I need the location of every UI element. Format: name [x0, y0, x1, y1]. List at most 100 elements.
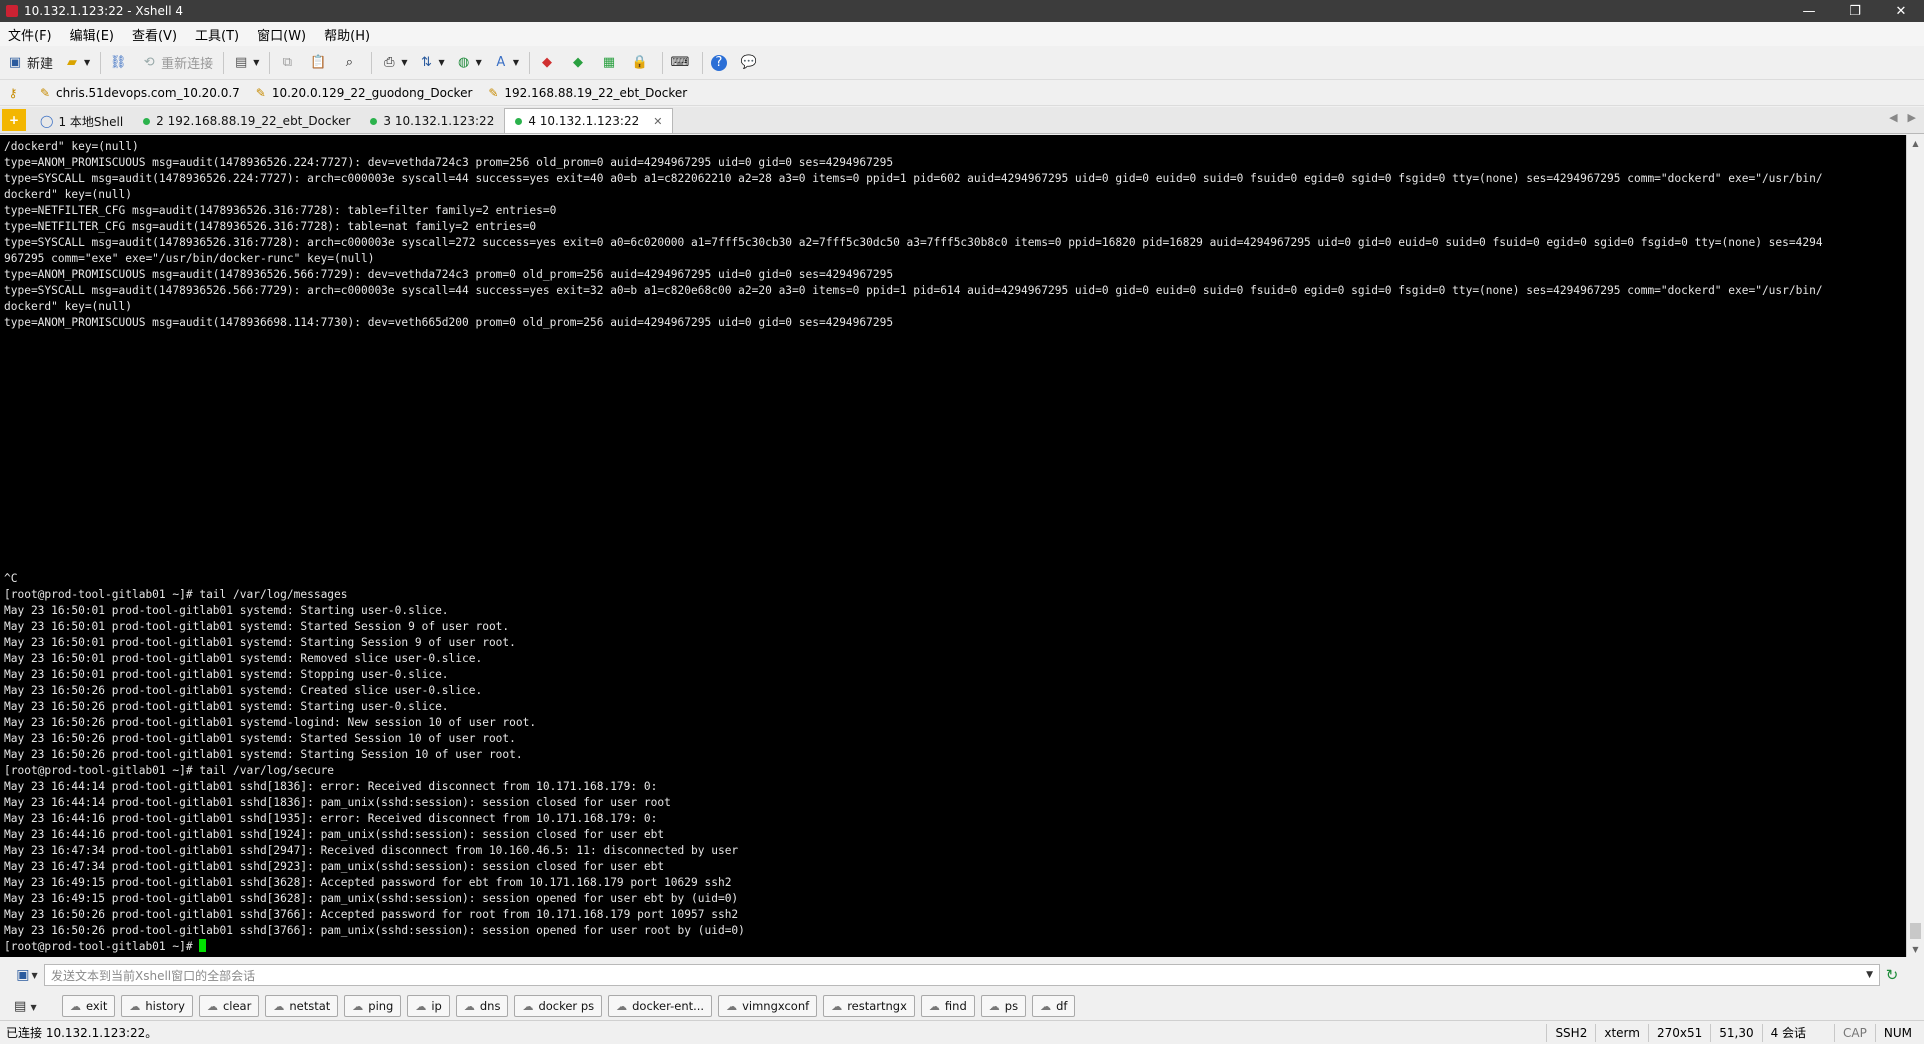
status-terminal-size: 270x51 — [1647, 1023, 1710, 1042]
status-protocol: SSH2 — [1546, 1023, 1595, 1042]
quick-command-label: restartngx — [847, 999, 907, 1013]
link-label: chris.51devops.com_10.20.0.7 — [56, 85, 240, 100]
globe-button[interactable]: ◍ ▼ — [455, 54, 482, 72]
quick-command-label: docker-ent... — [632, 999, 705, 1013]
chevron-down-icon: ▼ — [84, 58, 91, 67]
scrollbar-thumb[interactable] — [1910, 923, 1921, 939]
add-tab-button[interactable]: + — [2, 109, 26, 131]
quick-command-button[interactable]: ☁ clear — [198, 995, 260, 1017]
paste-icon: 📋 — [310, 55, 327, 70]
chevron-down-icon[interactable]: ▼ — [1866, 970, 1873, 980]
tab-prev-icon[interactable]: ◀ — [1889, 111, 1897, 124]
quick-command-label: history — [145, 999, 185, 1013]
compose-input[interactable]: 发送文本到当前Xshell窗口的全部会话 ▼ — [44, 964, 1880, 986]
menu-view[interactable]: 查看(V) — [132, 25, 177, 44]
keyboard-button[interactable]: ⌨ — [671, 54, 692, 72]
tab-local-shell[interactable]: ◯ 1 本地Shell — [30, 109, 133, 133]
quick-command-button[interactable]: ☁ history — [121, 995, 193, 1017]
connect-button[interactable]: ⛓ — [109, 54, 130, 72]
lock-icon: 🔒 — [631, 55, 649, 70]
terminal[interactable]: /dockerd" key=(null) type=ANOM_PROMISCUO… — [0, 135, 1906, 957]
quick-command-button[interactable]: ☁ ping — [344, 995, 402, 1017]
cloud-icon: ☁ — [273, 999, 285, 1013]
folder-icon: ▰ — [67, 55, 78, 70]
tab-navigation: ◀ ▶ — [1889, 111, 1916, 124]
xftp2-button[interactable]: ◆ — [569, 54, 590, 72]
chat-bubble-icon: 💬 — [740, 55, 758, 70]
menu-tools[interactable]: 工具(T) — [195, 25, 239, 44]
quick-command-button[interactable]: ☁ vimngxconf — [718, 995, 818, 1017]
status-cursor-position: 51,30 — [1710, 1023, 1761, 1042]
menu-file[interactable]: 文件(F) — [8, 25, 52, 44]
close-window-icon[interactable]: ✕ — [1878, 0, 1924, 22]
quick-command-menu[interactable]: ▤ ▼ — [14, 999, 46, 1014]
quick-command-label: exit — [86, 999, 108, 1013]
new-session-label: 新建 — [27, 57, 54, 72]
session-tabs: + ◯ 1 本地Shell 2 192.168.88.19_22_ebt_Doc… — [0, 107, 1924, 134]
quick-command-button[interactable]: ☁ exit — [62, 995, 116, 1017]
close-tab-icon[interactable]: ✕ — [653, 115, 662, 128]
new-session-button[interactable]: ▣ 新建 — [6, 53, 53, 72]
scroll-down-icon[interactable]: ▼ — [1907, 941, 1924, 957]
tab-label: 1 本地Shell — [58, 114, 124, 129]
toolbar: ▣ 新建 ▰ ▼ ⛓ ⟲ 重新连接 ▤ ▼ ⧉ 📋 ⌕ ⎙ ▼ ⇅ ▼ ◍ ▼ … — [0, 46, 1924, 80]
menu-help[interactable]: 帮助(H) — [324, 25, 370, 44]
copy-icon: ⧉ — [282, 55, 292, 70]
cloud-icon: ☁ — [522, 999, 534, 1013]
terminal-scrollbar[interactable]: ▲ ▼ — [1906, 135, 1924, 957]
quick-command-button[interactable]: ☁ docker ps — [514, 995, 603, 1017]
paste-button[interactable]: 📋 — [309, 54, 330, 72]
toolbar-divider — [528, 51, 530, 74]
shell-icon: ◯ — [40, 114, 54, 128]
layout-button[interactable]: ▦ — [600, 54, 621, 72]
link-item[interactable]: ✎ 192.168.88.19_22_ebt_Docker — [486, 86, 687, 100]
links-folder[interactable]: ⚷ — [6, 86, 24, 100]
window-title: 10.132.1.123:22 - Xshell 4 — [24, 4, 184, 18]
xftp-button[interactable]: ◆ — [538, 54, 559, 72]
tab-next-icon[interactable]: ▶ — [1908, 111, 1916, 124]
quick-command-button[interactable]: ☁ ip — [407, 995, 450, 1017]
transfer-button[interactable]: ⇅ ▼ — [418, 54, 445, 72]
open-folder-button[interactable]: ▰ ▼ — [63, 54, 90, 72]
quick-command-button[interactable]: ☁ netstat — [265, 995, 339, 1017]
print-button[interactable]: ⎙ ▼ — [380, 54, 407, 72]
quick-command-label: ping — [368, 999, 394, 1013]
send-icon[interactable]: ↻ — [1880, 966, 1904, 984]
tab-session-2[interactable]: 2 192.168.88.19_22_ebt_Docker — [133, 109, 360, 133]
quick-command-button[interactable]: ☁ df — [1032, 995, 1076, 1017]
toolbar-divider — [701, 51, 703, 74]
minimize-icon[interactable]: — — [1786, 0, 1832, 22]
find-button[interactable]: ⌕ — [340, 54, 361, 72]
quick-command-label: find — [944, 999, 967, 1013]
copy-button[interactable]: ⧉ — [278, 54, 299, 72]
tab-session-4[interactable]: 4 10.132.1.123:22 ✕ — [504, 108, 674, 133]
cloud-icon: ☁ — [726, 999, 738, 1013]
links-bar: ⚷ ✎ chris.51devops.com_10.20.0.7 ✎ 10.20.0… — [0, 80, 1924, 106]
scroll-up-icon[interactable]: ▲ — [1907, 135, 1924, 151]
restore-icon[interactable]: ❐ — [1832, 0, 1878, 22]
menu-window[interactable]: 窗口(W) — [257, 25, 306, 44]
tab-session-3[interactable]: 3 10.132.1.123:22 — [360, 109, 504, 133]
keyboard-icon: ⌨ — [670, 55, 690, 70]
connected-dot-icon — [370, 117, 378, 125]
lock-button[interactable]: 🔒 — [631, 54, 652, 72]
quick-command-button[interactable]: ☁ docker-ent... — [608, 995, 713, 1017]
menu-edit[interactable]: 编辑(E) — [70, 25, 114, 44]
reconnect-button[interactable]: ⟲ 重新连接 — [140, 53, 213, 72]
quick-command-buttons: ☁ exit ☁ history ☁ clear ☁ netstat ☁ ping ☁ ip ☁ dns ☁… — [62, 995, 1081, 1017]
reconnect-icon: ⟲ — [143, 55, 155, 70]
compose-icon: ▣ — [16, 967, 30, 983]
compose-menu-button[interactable]: ▣ ▼ — [10, 967, 44, 983]
quick-command-button[interactable]: ☁ ps — [980, 995, 1027, 1017]
quick-command-button[interactable]: ☁ dns — [455, 995, 509, 1017]
properties-button[interactable]: ▤ ▼ — [232, 54, 259, 72]
quick-command-button[interactable]: ☁ find — [920, 995, 975, 1017]
link-item[interactable]: ✎ 10.20.0.129_22_guodong_Docker — [254, 86, 473, 100]
quick-command-button[interactable]: ☁ restartngx — [823, 995, 915, 1017]
quick-command-label: netstat — [289, 999, 331, 1013]
link-item[interactable]: ✎ chris.51devops.com_10.20.0.7 — [38, 86, 240, 100]
font-button[interactable]: A ▼ — [492, 54, 519, 72]
new-session-icon: ▣ — [8, 55, 22, 70]
help-button[interactable]: ? — [710, 54, 730, 71]
chat-button[interactable]: 💬 — [740, 54, 761, 72]
